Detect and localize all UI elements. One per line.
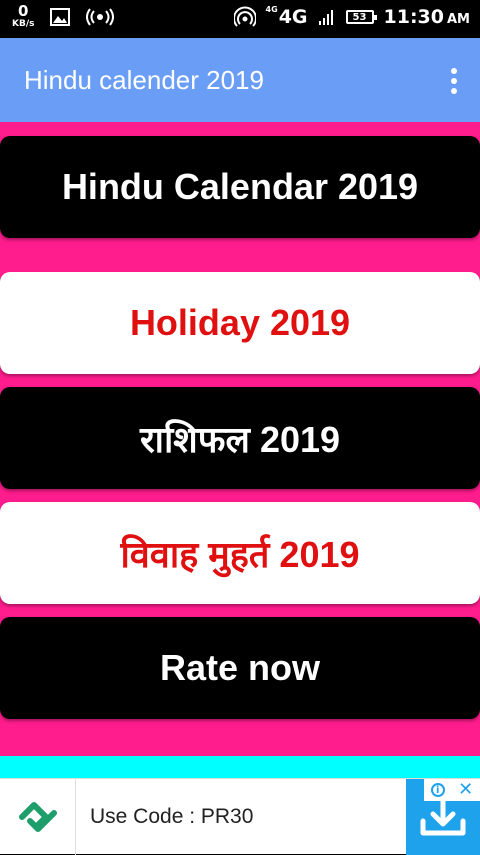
app-title: Hindu calender 2019 [24, 65, 264, 95]
rate-now-button[interactable]: Rate now [0, 617, 480, 719]
ad-logo[interactable] [0, 779, 76, 855]
holiday-button[interactable]: Holiday 2019 [0, 272, 480, 374]
status-bar: 0 KB/s 4G 4G 53 11:30 AM [0, 0, 480, 38]
main-content: Hindu Calendar 2019 Holiday 2019 राशिफल … [0, 122, 480, 756]
image-icon [50, 7, 71, 26]
rashifal-button[interactable]: राशिफल 2019 [0, 387, 480, 489]
ad-info-icon[interactable]: i [430, 783, 445, 797]
network-speed-value: 0 [18, 2, 29, 20]
divider-strip [0, 756, 480, 778]
vivah-muhurat-button[interactable]: विवाह मुहर्त 2019 [0, 502, 480, 604]
ad-choices: i ✕ [424, 779, 480, 801]
hindu-calendar-button[interactable]: Hindu Calendar 2019 [0, 136, 480, 238]
battery-icon: 53 [345, 10, 377, 24]
network-type-label: 4G [278, 6, 308, 28]
broadcast-icon [86, 7, 115, 26]
ad-text[interactable]: Use Code : PR30 [90, 779, 253, 855]
clock-time: 11:30 [383, 6, 444, 28]
overflow-menu-icon[interactable] [450, 68, 458, 94]
status-right: 4G 4G 53 11:30 AM [233, 5, 470, 29]
hotspot-icon [233, 6, 256, 27]
clock: 11:30 AM [384, 6, 470, 28]
network-type: 4G 4G [265, 5, 308, 29]
app-bar: Hindu calender 2019 [0, 38, 480, 122]
network-type-small: 4G [265, 5, 278, 14]
network-speed-unit: KB/s [12, 19, 35, 29]
download-icon [420, 798, 466, 836]
clock-ampm: AM [447, 12, 470, 27]
ad-banner[interactable]: Use Code : PR30 i ✕ [0, 778, 480, 855]
status-left: 0 KB/s [12, 4, 115, 29]
ad-close-icon[interactable]: ✕ [458, 781, 473, 799]
signal-icon [318, 10, 333, 25]
brand-logo-icon [18, 802, 57, 832]
network-speed: 0 KB/s [12, 4, 34, 29]
